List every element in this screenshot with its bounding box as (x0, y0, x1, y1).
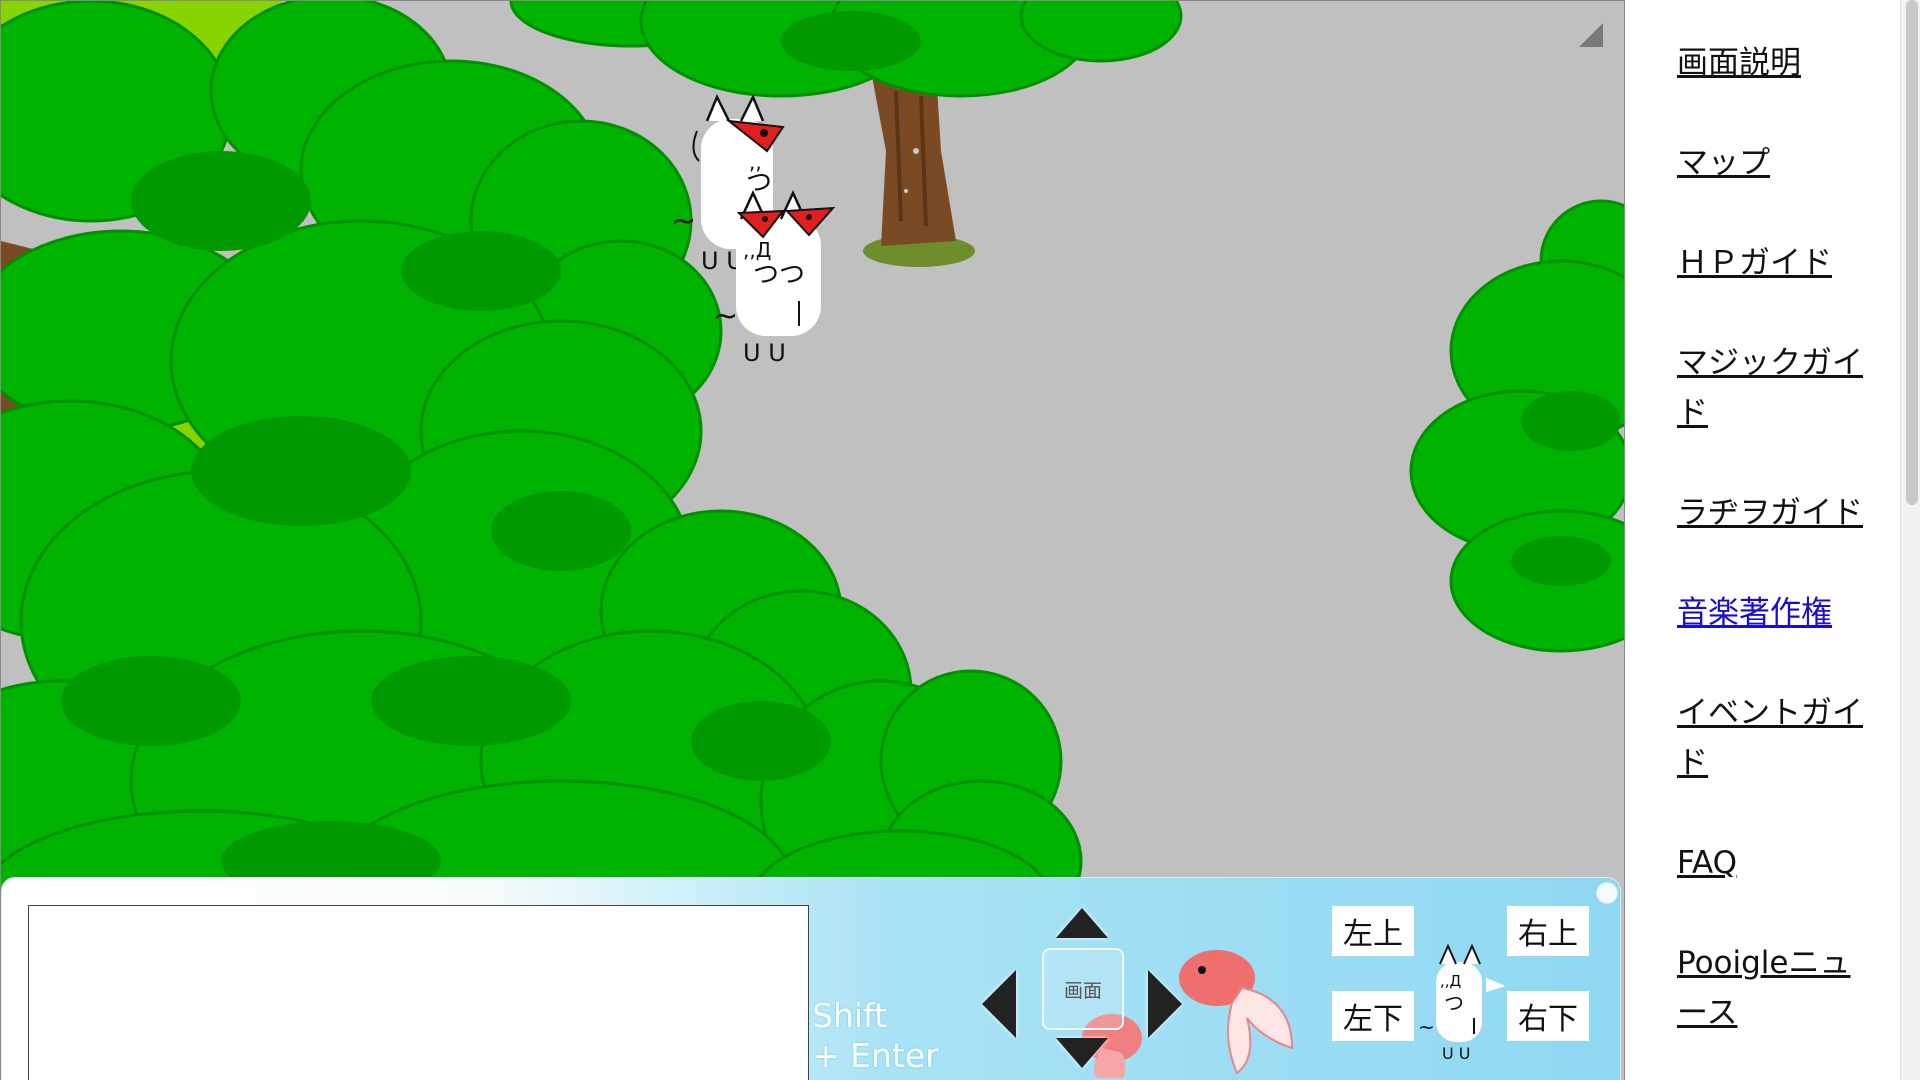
sidebar-link-event-guide[interactable]: イベントガイド (1677, 695, 1863, 781)
page-scrollbar[interactable] (1900, 0, 1920, 1080)
svg-text:~: ~ (1418, 1015, 1435, 1039)
sidebar-link-radio-guide[interactable]: ラヂヲガイド (1677, 495, 1863, 531)
sidebar-link-screen-guide[interactable]: 画面説明 (1677, 45, 1801, 81)
scrollbar-thumb[interactable] (1906, 0, 1918, 505)
sidebar-link-hp-guide[interactable]: ＨＰガイド (1677, 245, 1832, 281)
svg-text:つ: つ (746, 168, 772, 198)
screen-button[interactable]: 画面 (1042, 948, 1124, 1030)
move-lower-right-button[interactable]: 右下 (1507, 991, 1589, 1041)
svg-text:U U: U U (1442, 1044, 1471, 1063)
sidebar-link-pooigle-news[interactable]: Pooigleニュース (1677, 945, 1851, 1031)
chat-input[interactable] (28, 905, 809, 1080)
sidebar-link-map[interactable]: マップ (1677, 145, 1770, 181)
control-panel: Shift + Enter 画面 左上 右上 左下 右下 ,,Д つ ~ U U (1, 877, 1621, 1080)
resize-corner-icon[interactable] (1579, 23, 1603, 47)
move-right-arrow-icon[interactable] (1148, 970, 1182, 1038)
svg-text:~: ~ (671, 204, 696, 239)
panel-toggle-knob[interactable] (1596, 882, 1618, 904)
move-up-arrow-icon[interactable] (1056, 908, 1108, 938)
svg-text:~: ~ (713, 299, 738, 334)
tree-trunk-upper (863, 71, 975, 267)
move-upper-left-button[interactable]: 左上 (1332, 906, 1414, 956)
shift-hint-line1: Shift (812, 996, 888, 1035)
sidebar-nav: 画面説明 マップ ＨＰガイド マジックガイド ラヂヲガイド 音楽著作権 イベント… (1624, 0, 1900, 1080)
send-shortcut-hint: Shift + Enter (812, 996, 939, 1076)
sidebar-link-music-copyright[interactable]: 音楽著作権 (1677, 595, 1832, 631)
move-upper-right-button[interactable]: 右上 (1507, 906, 1589, 956)
tree-canopy-upper (509, 1, 1183, 98)
svg-text:つ: つ (1444, 991, 1464, 1015)
svg-text:,,Д: ,,Д (1440, 972, 1461, 990)
move-left-arrow-icon[interactable] (982, 970, 1016, 1038)
sidebar-link-magic-guide[interactable]: マジックガイド (1677, 345, 1863, 431)
sidebar-link-faq[interactable]: FAQ (1677, 845, 1737, 881)
move-lower-left-button[interactable]: 左下 (1332, 991, 1414, 1041)
svg-text:つつ: つつ (753, 260, 805, 290)
svg-text:,,Д: ,,Д (743, 238, 771, 262)
svg-text:U U: U U (743, 339, 786, 367)
game-viewport[interactable]: ,, つ ~ U U ,,Д つつ ~ U U Shift + Enter 画面… (0, 0, 1624, 1080)
player-avatar-icon: ,,Д つ ~ U U (1418, 943, 1504, 1063)
move-down-arrow-icon[interactable] (1056, 1038, 1108, 1068)
shift-hint-line2: + Enter (812, 1036, 939, 1075)
